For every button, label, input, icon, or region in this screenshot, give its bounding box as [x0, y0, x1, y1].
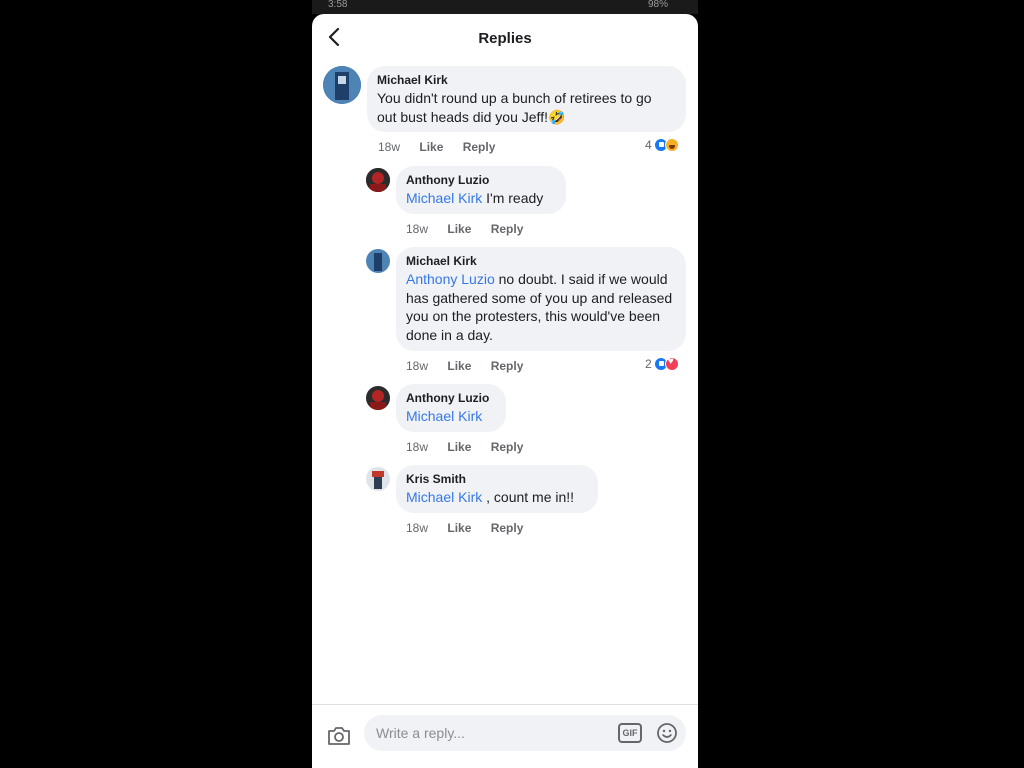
header: Replies [312, 14, 698, 60]
like-button[interactable]: Like [447, 222, 471, 236]
comment-actions: 18w Like Reply [406, 521, 539, 535]
emoji-icon[interactable] [656, 722, 678, 744]
avatar[interactable] [366, 386, 390, 410]
comment-author[interactable]: Michael Kirk [377, 72, 674, 88]
comment-text: , count me in!! [482, 489, 575, 505]
avatar[interactable] [366, 467, 390, 491]
comment-time: 18w [378, 140, 401, 154]
like-button[interactable]: Like [419, 140, 443, 154]
reply-input[interactable] [376, 715, 606, 751]
comment-actions: 18w Like Reply [406, 440, 539, 454]
comment-author[interactable]: Anthony Luzio [406, 172, 554, 188]
reply-button[interactable]: Reply [491, 359, 524, 373]
avatar[interactable] [366, 249, 390, 273]
status-battery: 98% [647, 0, 668, 10]
page-title: Replies [478, 30, 532, 47]
like-button[interactable]: Like [447, 521, 471, 535]
like-button[interactable]: Like [447, 440, 471, 454]
comment-author[interactable]: Michael Kirk [406, 253, 674, 269]
comment-time: 18w [406, 521, 429, 535]
comment-author[interactable]: Kris Smith [406, 471, 586, 487]
comment-bubble: Anthony Luzio Michael Kirk [396, 384, 506, 432]
comment-bubble: Anthony Luzio Michael Kirk I'm ready [396, 166, 566, 214]
love-reaction-icon [664, 356, 679, 371]
replies-screen: Replies Michael Kirk You didn't round up… [312, 14, 698, 768]
comment-actions: 18w Like Reply [378, 140, 511, 154]
like-button[interactable]: Like [447, 359, 471, 373]
comment-actions: 18w Like Reply [406, 359, 539, 373]
comment-mention[interactable]: Anthony Luzio [406, 271, 495, 287]
reaction-count: 2 [645, 357, 652, 371]
reply-button[interactable]: Reply [463, 140, 496, 154]
reply-button[interactable]: Reply [491, 440, 524, 454]
reaction-summary[interactable]: 2 [645, 356, 679, 371]
comment-text: I'm ready [482, 190, 544, 206]
avatar[interactable] [366, 168, 390, 192]
comment-time: 18w [406, 359, 429, 373]
avatar[interactable] [323, 66, 361, 104]
comment-bubble: Michael Kirk You didn't round up a bunch… [367, 66, 686, 132]
reaction-count: 4 [645, 138, 652, 152]
comment-bubble: Kris Smith Michael Kirk , count me in!! [396, 465, 598, 513]
reply-composer: GIF [312, 704, 698, 768]
comment-actions: 18w Like Reply [406, 222, 539, 236]
reply-input-wrapper: GIF [364, 715, 686, 751]
comment-author[interactable]: Anthony Luzio [406, 390, 494, 406]
camera-icon[interactable] [326, 725, 352, 747]
status-time: 3:58 [328, 0, 348, 10]
comment-mention[interactable]: Michael Kirk [406, 489, 482, 505]
comment-time: 18w [406, 440, 429, 454]
status-bar: 3:58 98% [312, 0, 698, 14]
comment-text: You didn't round up a bunch of retirees … [377, 90, 652, 125]
comment-bubble: Michael Kirk Anthony Luzio no doubt. I s… [396, 247, 686, 351]
comment-mention[interactable]: Michael Kirk [406, 190, 482, 206]
comment-time: 18w [406, 222, 429, 236]
comment-mention[interactable]: Michael Kirk [406, 408, 482, 424]
reply-button[interactable]: Reply [491, 521, 524, 535]
reply-button[interactable]: Reply [491, 222, 524, 236]
haha-reaction-icon [664, 138, 679, 152]
reaction-summary[interactable]: 4 [645, 138, 679, 152]
gif-icon[interactable]: GIF [618, 723, 642, 743]
